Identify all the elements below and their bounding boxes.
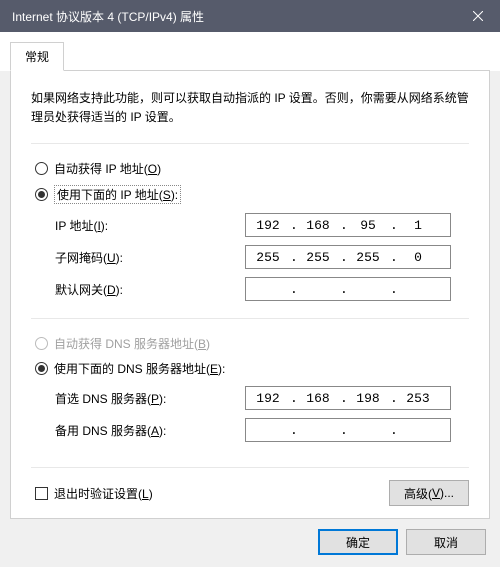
- field-alt-dns: 备用 DNS 服务器(A): . . .: [55, 417, 465, 443]
- radio-icon: [35, 188, 48, 201]
- radio-label: 使用下面的 IP 地址(S):: [54, 185, 181, 204]
- alt-dns-input[interactable]: . . .: [245, 418, 451, 442]
- ip-octet-2[interactable]: [296, 423, 340, 438]
- radio-icon: [35, 362, 48, 375]
- ip-octet-2[interactable]: [296, 218, 340, 233]
- tab-strip: 常规: [0, 32, 500, 71]
- subnet-mask-input[interactable]: . . .: [245, 245, 451, 269]
- field-default-gateway: 默认网关(D): . . .: [55, 276, 465, 302]
- radio-label: 自动获得 IP 地址(O): [54, 160, 161, 177]
- ip-octet-3[interactable]: [346, 391, 390, 406]
- field-label: 默认网关(D):: [55, 281, 245, 298]
- window-title: Internet 协议版本 4 (TCP/IPv4) 属性: [12, 8, 204, 25]
- ip-octet-4[interactable]: [396, 218, 440, 233]
- dns-config-group: 自动获得 DNS 服务器地址(B) 使用下面的 DNS 服务器地址(E): 首选…: [31, 318, 469, 459]
- field-label: 首选 DNS 服务器(P):: [55, 390, 245, 407]
- ip-octet-1[interactable]: [246, 218, 290, 233]
- dialog-footer: 确定 取消: [0, 529, 500, 567]
- ip-octet-3[interactable]: [346, 250, 390, 265]
- cancel-button[interactable]: 取消: [406, 529, 486, 555]
- ip-octet-4[interactable]: [396, 282, 440, 297]
- field-subnet-mask: 子网掩码(U): . . .: [55, 244, 465, 270]
- ip-octet-2[interactable]: [296, 282, 340, 297]
- radio-icon: [35, 337, 48, 350]
- ip-octet-3[interactable]: [346, 282, 390, 297]
- ip-octet-4[interactable]: [396, 423, 440, 438]
- close-icon: [473, 11, 483, 21]
- close-button[interactable]: [456, 0, 500, 32]
- radio-label: 自动获得 DNS 服务器地址(B): [54, 335, 210, 352]
- radio-label: 使用下面的 DNS 服务器地址(E):: [54, 360, 225, 377]
- ip-config-group: 自动获得 IP 地址(O) 使用下面的 IP 地址(S): IP 地址(I): …: [31, 143, 469, 318]
- ip-octet-3[interactable]: [346, 218, 390, 233]
- radio-auto-dns: 自动获得 DNS 服务器地址(B): [35, 335, 465, 352]
- ip-octet-1[interactable]: [246, 282, 290, 297]
- radio-auto-ip[interactable]: 自动获得 IP 地址(O): [35, 160, 465, 177]
- tab-general[interactable]: 常规: [10, 42, 64, 71]
- ip-octet-1[interactable]: [246, 391, 290, 406]
- checkbox-label: 退出时验证设置(L): [54, 485, 153, 502]
- ip-octet-1[interactable]: [246, 423, 290, 438]
- tab-content: 如果网络支持此功能，则可以获取自动指派的 IP 设置。否则，你需要从网络系统管理…: [10, 71, 490, 519]
- validate-checkbox[interactable]: 退出时验证设置(L): [35, 485, 153, 502]
- field-ip-address: IP 地址(I): . . .: [55, 212, 465, 238]
- ip-octet-3[interactable]: [346, 423, 390, 438]
- default-gateway-input[interactable]: . . .: [245, 277, 451, 301]
- radio-manual-ip[interactable]: 使用下面的 IP 地址(S):: [35, 185, 465, 204]
- radio-manual-dns[interactable]: 使用下面的 DNS 服务器地址(E):: [35, 360, 465, 377]
- ip-octet-2[interactable]: [296, 391, 340, 406]
- field-label: 备用 DNS 服务器(A):: [55, 422, 245, 439]
- description-text: 如果网络支持此功能，则可以获取自动指派的 IP 设置。否则，你需要从网络系统管理…: [31, 89, 469, 127]
- radio-icon: [35, 162, 48, 175]
- checkbox-icon: [35, 487, 48, 500]
- field-label: IP 地址(I):: [55, 217, 245, 234]
- titlebar: Internet 协议版本 4 (TCP/IPv4) 属性: [0, 0, 500, 32]
- ip-address-input[interactable]: . . .: [245, 213, 451, 237]
- ok-button[interactable]: 确定: [318, 529, 398, 555]
- primary-dns-input[interactable]: . . .: [245, 386, 451, 410]
- field-primary-dns: 首选 DNS 服务器(P): . . .: [55, 385, 465, 411]
- ip-octet-2[interactable]: [296, 250, 340, 265]
- ip-octet-4[interactable]: [396, 391, 440, 406]
- ip-octet-4[interactable]: [396, 250, 440, 265]
- field-label: 子网掩码(U):: [55, 249, 245, 266]
- advanced-button[interactable]: 高级(V)...: [389, 480, 469, 506]
- bottom-row: 退出时验证设置(L) 高级(V)...: [31, 467, 469, 506]
- ip-octet-1[interactable]: [246, 250, 290, 265]
